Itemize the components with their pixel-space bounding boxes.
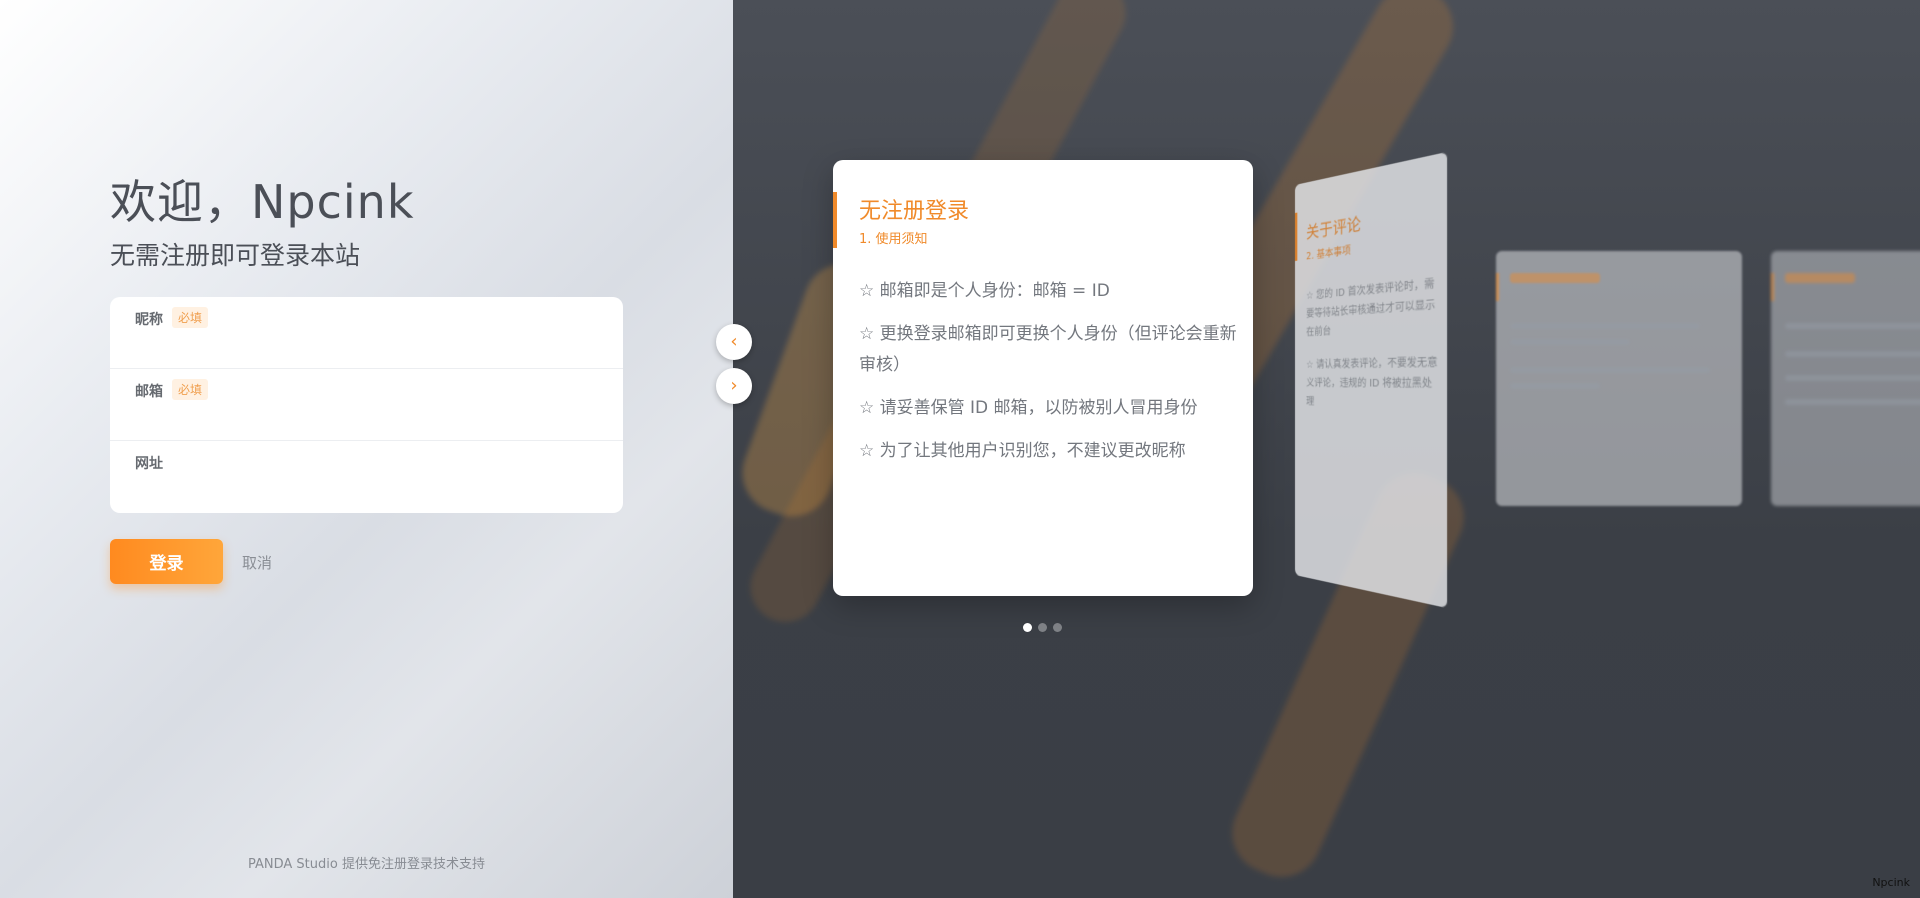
login-panel: 欢迎，Npcink 无需注册即可登录本站 昵称 必填 邮箱 必填 网址 登录 取… xyxy=(0,0,733,898)
footer-credit: PANDA Studio 提供免注册登录技术支持 xyxy=(248,857,485,872)
carousel-next-button[interactable]: › xyxy=(716,368,752,404)
login-form: 昵称 必填 邮箱 必填 网址 xyxy=(110,297,623,513)
list-item: ☆ 邮箱即是个人身份：邮箱 = ID xyxy=(859,281,1110,301)
text-placeholder xyxy=(1785,375,1920,381)
card-title-placeholder xyxy=(1510,273,1600,283)
carousel-pagination xyxy=(1023,623,1062,632)
carousel-card-active[interactable]: 无注册登录 1. 使用须知 ☆ 邮箱即是个人身份：邮箱 = ID ☆ 更换登录邮… xyxy=(833,160,1253,596)
welcome-subtitle: 无需注册即可登录本站 xyxy=(110,241,361,270)
list-item: ☆ 更换登录邮箱即可更换个人身份（但评论会重新审核） xyxy=(859,324,1237,375)
card-title: 无注册登录 xyxy=(859,199,970,224)
card-title-placeholder xyxy=(1785,273,1855,283)
card-accent-bar xyxy=(1496,273,1499,301)
email-input[interactable] xyxy=(135,405,595,431)
list-item: ☆ 您的 ID 首次发表评论时，需要等待站长审核通过才可以显示在前台 xyxy=(1306,278,1436,339)
login-button[interactable]: 登录 xyxy=(110,539,223,584)
card-notice-list: ☆ 邮箱即是个人身份：邮箱 = ID ☆ 更换登录邮箱即可更换个人身份（但评论会… xyxy=(859,276,1239,479)
list-item: ☆ 为了让其他用户识别您，不建议更改昵称 xyxy=(859,441,1186,461)
cancel-button[interactable]: 取消 xyxy=(242,552,272,573)
text-placeholder xyxy=(1785,323,1920,329)
carousel-card-blurred[interactable] xyxy=(1771,251,1920,506)
chevron-right-icon: › xyxy=(730,375,738,396)
pagination-dot[interactable] xyxy=(1023,623,1032,632)
pagination-dot[interactable] xyxy=(1038,623,1047,632)
required-badge: 必填 xyxy=(172,379,209,400)
nickname-label: 昵称 xyxy=(135,312,163,328)
card-accent-bar xyxy=(1771,273,1774,301)
text-placeholder xyxy=(1785,399,1920,405)
pagination-dot[interactable] xyxy=(1053,623,1062,632)
list-item: ☆ 请妥善保管 ID 邮箱，以防被别人冒用身份 xyxy=(859,398,1198,418)
text-placeholder xyxy=(1785,351,1920,357)
carousel-prev-button[interactable]: ‹ xyxy=(716,324,752,360)
card-title: 关于评论 xyxy=(1306,213,1362,243)
url-label: 网址 xyxy=(135,456,163,472)
nickname-field: 昵称 必填 xyxy=(110,297,623,369)
carousel-card-next[interactable]: 关于评论 2. 基本事项 ☆ 您的 ID 首次发表评论时，需要等待站长审核通过才… xyxy=(1295,151,1448,609)
list-item: ☆ 请认真发表评论，不要发无意义评论，违规的 ID 将被拉黑处理 xyxy=(1306,356,1438,408)
nickname-input[interactable] xyxy=(135,333,595,359)
text-placeholder xyxy=(1510,339,1630,345)
text-placeholder xyxy=(1510,367,1710,373)
card-subtitle: 2. 基本事项 xyxy=(1306,245,1351,263)
card-accent-bar xyxy=(833,192,837,248)
required-badge: 必填 xyxy=(172,307,209,328)
welcome-title: 欢迎，Npcink xyxy=(110,175,415,229)
card-accent-bar xyxy=(1295,212,1298,261)
carousel-card-blurred[interactable] xyxy=(1496,251,1742,506)
url-input[interactable] xyxy=(135,477,595,503)
corner-label: Npcink xyxy=(1872,876,1910,889)
email-field: 邮箱 必填 xyxy=(110,369,623,441)
card-subtitle: 1. 使用须知 xyxy=(859,232,928,247)
text-placeholder xyxy=(1510,383,1600,389)
chevron-left-icon: ‹ xyxy=(730,331,738,352)
url-field: 网址 xyxy=(110,441,623,513)
text-placeholder xyxy=(1510,323,1700,329)
email-label: 邮箱 xyxy=(135,384,163,400)
